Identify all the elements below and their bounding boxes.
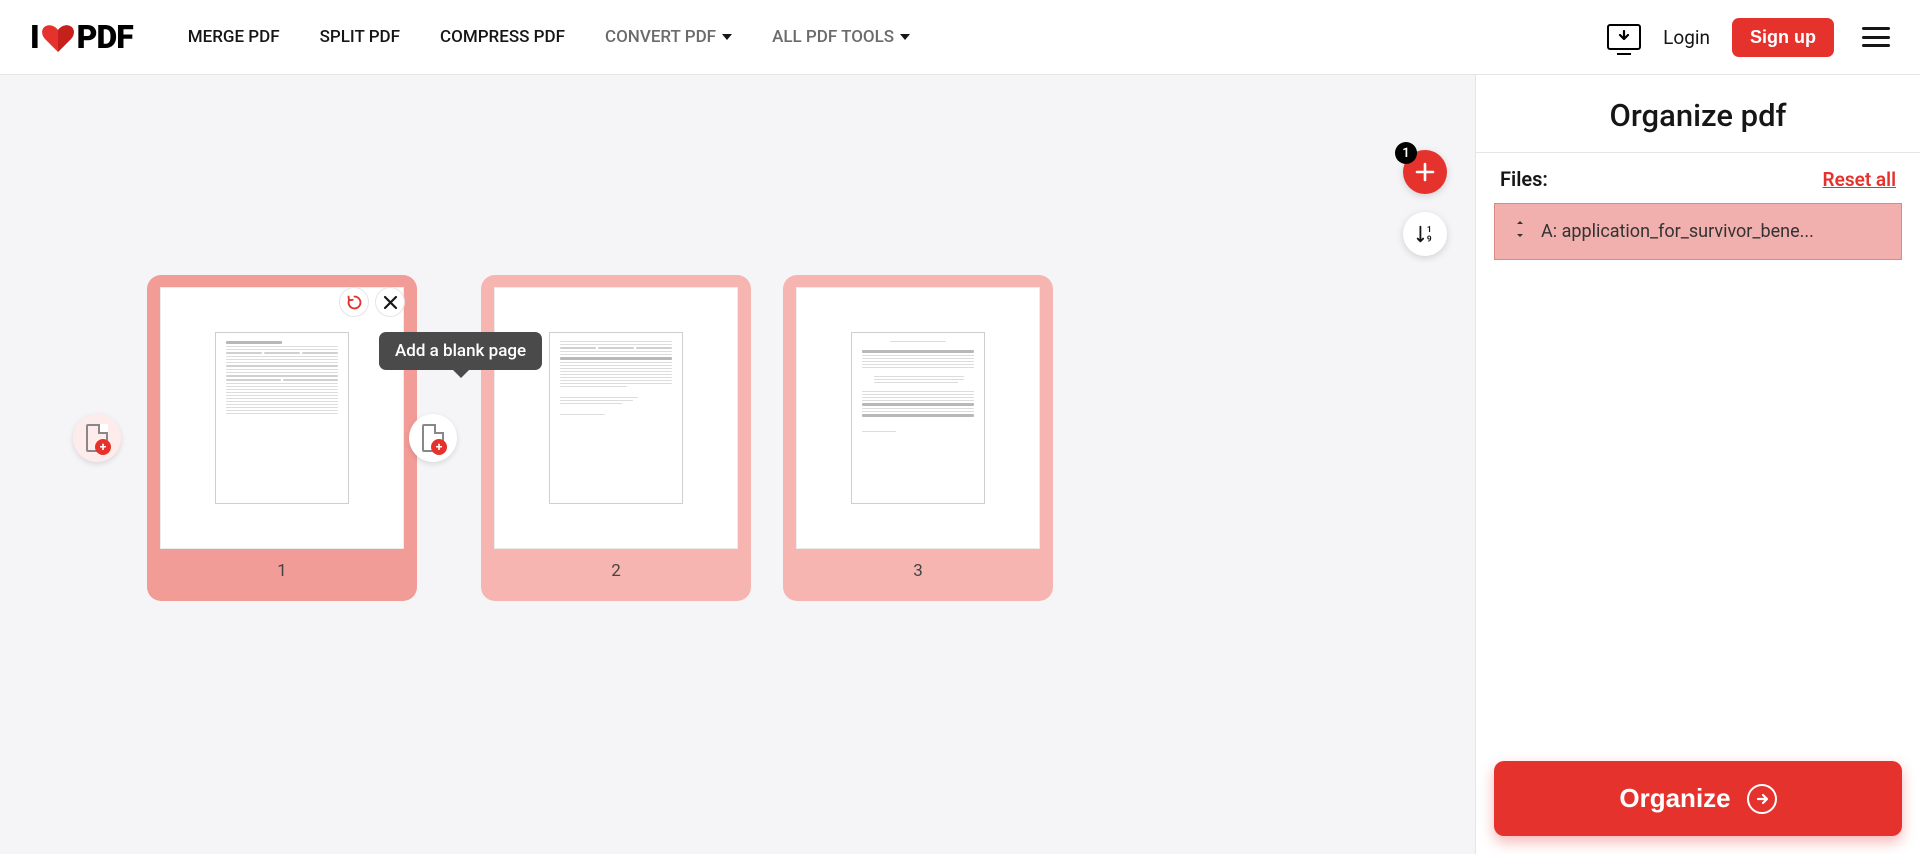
hamburger-menu-icon[interactable] (1862, 27, 1890, 47)
header: I PDF MERGE PDF SPLIT PDF COMPRESS PDF C… (0, 0, 1920, 75)
sidebar: Organize pdf Files: Reset all A: applica… (1475, 75, 1920, 854)
files-header: Files: Reset all (1476, 153, 1920, 203)
logo[interactable]: I PDF (30, 18, 133, 56)
pages-row: + (0, 75, 1475, 601)
nav-all-tools[interactable]: ALL PDF TOOLS (772, 27, 910, 47)
signup-button[interactable]: Sign up (1732, 18, 1834, 57)
arrow-right-icon (1747, 784, 1777, 814)
page-thumbnail-1[interactable]: 1 (147, 275, 417, 601)
insert-page-before-button[interactable]: + (73, 414, 121, 462)
file-name: A: application_for_survivor_bene... (1541, 221, 1814, 242)
logo-text-right: PDF (77, 18, 133, 56)
heart-icon (42, 23, 74, 51)
page-number: 1 (277, 561, 287, 581)
header-right: Login Sign up (1607, 18, 1890, 57)
nav-convert[interactable]: CONVERT PDF (605, 27, 732, 47)
main-nav: MERGE PDF SPLIT PDF COMPRESS PDF CONVERT… (188, 27, 910, 47)
reset-all-link[interactable]: Reset all (1823, 168, 1896, 191)
sidebar-title: Organize pdf (1476, 75, 1920, 153)
nav-compress[interactable]: COMPRESS PDF (440, 27, 565, 47)
page-thumbnail-2[interactable]: 2 (481, 275, 751, 601)
nav-convert-label: CONVERT PDF (605, 27, 716, 47)
nav-split[interactable]: SPLIT PDF (320, 27, 400, 47)
remove-page-button[interactable] (375, 287, 405, 317)
page-preview (796, 287, 1040, 549)
page-number: 2 (611, 561, 621, 581)
desktop-app-icon[interactable] (1607, 24, 1641, 50)
svg-text:9: 9 (1427, 234, 1432, 244)
chevron-down-icon (722, 34, 732, 40)
chevron-down-icon (900, 34, 910, 40)
tooltip-add-blank: Add a blank page (379, 332, 542, 370)
drag-handle-icon[interactable] (1513, 220, 1527, 243)
nav-merge[interactable]: MERGE PDF (188, 27, 280, 47)
organize-button[interactable]: Organize (1494, 761, 1902, 836)
page-preview (160, 287, 404, 549)
main: 1 19 + (0, 75, 1920, 854)
page-controls (339, 287, 405, 317)
login-link[interactable]: Login (1663, 26, 1710, 49)
file-item[interactable]: A: application_for_survivor_bene... (1494, 203, 1902, 260)
files-label: Files: (1500, 167, 1548, 191)
logo-text-left: I (30, 18, 39, 56)
sort-pages-button[interactable]: 19 (1403, 212, 1447, 256)
insert-page-button[interactable]: + (409, 414, 457, 462)
organize-label: Organize (1619, 783, 1730, 814)
rotate-page-button[interactable] (339, 287, 369, 317)
page-number: 3 (913, 561, 923, 581)
page-plus-icon: + (422, 424, 444, 452)
sidebar-footer: Organize (1476, 743, 1920, 854)
file-count-badge: 1 (1395, 142, 1417, 164)
floating-controls: 1 19 (1403, 150, 1447, 256)
workspace: 1 19 + (0, 75, 1475, 854)
page-plus-icon: + (86, 424, 108, 452)
page-thumbnail-3[interactable]: 3 (783, 275, 1053, 601)
add-file-button[interactable]: 1 (1403, 150, 1447, 194)
page-preview (494, 287, 738, 549)
nav-all-label: ALL PDF TOOLS (772, 27, 894, 47)
